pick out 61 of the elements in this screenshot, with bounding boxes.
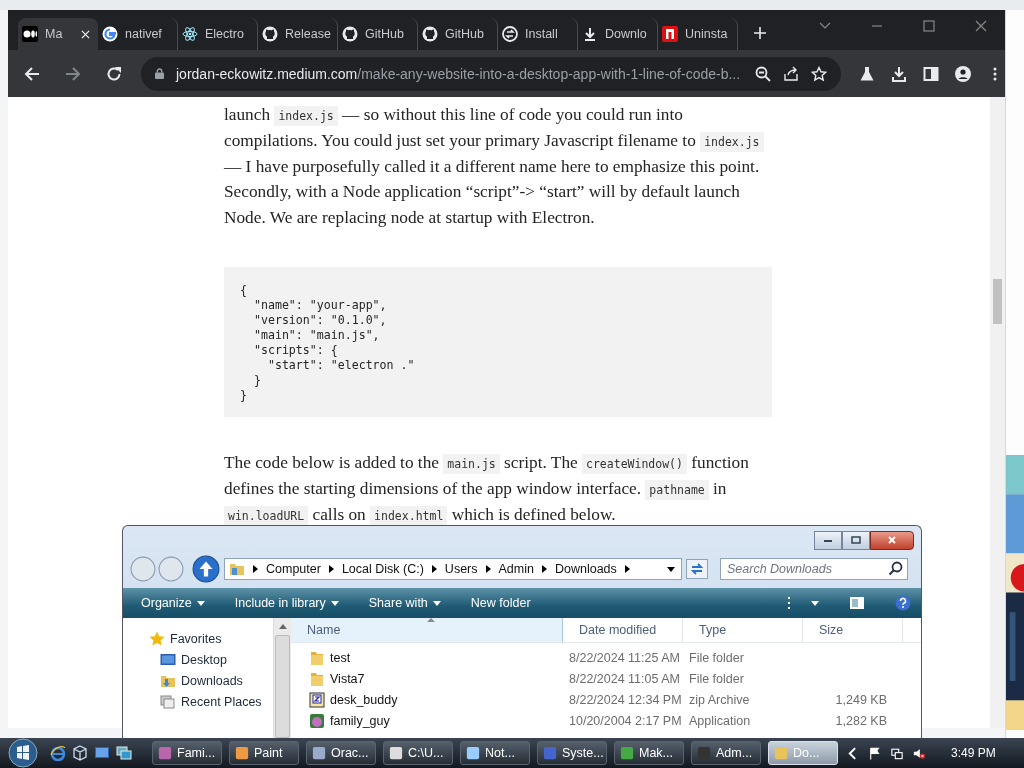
date-cell-text: 8/22/2024 11:25 AM: [568, 650, 681, 665]
size-cell-text: 1,249 KB: [834, 692, 888, 707]
clock[interactable]: 3:49 PM: [951, 746, 996, 760]
nav-label: Downloads: [181, 673, 243, 688]
taskbar-button[interactable]: Fami...: [152, 741, 222, 765]
breadcrumb-item[interactable]: Users: [444, 562, 478, 576]
type-cell-text: Application: [688, 713, 752, 728]
nav-label: Desktop: [181, 652, 227, 667]
taskbar-button[interactable]: Paint: [229, 741, 299, 765]
tab-title: GitHub: [445, 27, 484, 41]
tab-title: Uninsta: [685, 27, 728, 41]
size-cell-text: 1,282 KB: [834, 713, 888, 728]
breadcrumb-item[interactable]: Local Disk (C:): [341, 562, 424, 576]
date-cell-text: 10/20/2004 2:17 PM: [568, 713, 683, 728]
column-header[interactable]: Name: [291, 618, 563, 642]
article-paragraph: launch index.js — so without this line of code you could run into compilations. You could just set your primary Javascript filename to index.js — I have purposefully called it a different name here to emphasize this point. Secondly, with a Node application “script”-> “start” will by default launch Node. We are replacing node at startup with Electron.: [224, 102, 772, 231]
nav-item[interactable]: Favorites: [123, 628, 273, 649]
column-header[interactable]: Size: [803, 618, 903, 642]
breadcrumb-item[interactable]: Downloads: [554, 562, 617, 576]
code-block: { "name": "your-app", "version": "0.1.0", "main": "main.js", "scripts": { "start": "electron ." } }: [224, 267, 772, 417]
command-button[interactable]: Include in library: [234, 596, 339, 610]
tab-title: GitHub: [365, 27, 404, 41]
tab-title: Install: [525, 27, 558, 41]
breadcrumb-bar[interactable]: Computer Local Disk (C:) Users Admin Downloads: [224, 558, 682, 580]
taskbar-button[interactable]: Not...: [460, 741, 530, 765]
tab-title: Electro: [205, 27, 244, 41]
article-paragraph: The code below is added to the main.js script. The createWindow() function defines the starting dimensions of the app window interface. pathname in win.loadURL calls on index.html which is defined below.: [224, 452, 750, 528]
nav-item[interactable]: Desktop: [123, 649, 273, 670]
browser-tab[interactable]: Ma: [18, 18, 98, 50]
date-cell-text: 8/22/2024 12:34 PM: [568, 692, 683, 707]
type-cell-text: zip Archive: [688, 692, 751, 707]
command-button[interactable]: New folder: [470, 596, 531, 610]
address-bar[interactable]: jordan-eckowitz.medium.com/make-any-website-into-a-desktop-app-with-1-line-of-code-b...: [141, 56, 841, 91]
taskbar-button[interactable]: C:\U...: [383, 741, 453, 765]
date-cell-text: 8/22/2024 11:05 AM: [568, 671, 681, 686]
file-name[interactable]: Vista7: [291, 670, 563, 687]
breadcrumb-item[interactable]: Computer: [266, 562, 321, 576]
tab-title: nativef: [125, 27, 162, 41]
tab-title: Ma: [45, 27, 63, 41]
file-name[interactable]: test: [291, 649, 563, 666]
tab-title: Downlo: [605, 27, 647, 41]
taskbar-button[interactable]: Adm...: [691, 741, 761, 765]
column-header[interactable]: Date modified: [563, 618, 683, 642]
taskbar-button[interactable]: Orac...: [306, 741, 376, 765]
nav-item[interactable]: Recent Places: [123, 691, 273, 712]
nav-label: Recent Places: [181, 694, 262, 709]
command-button[interactable]: Share with: [368, 596, 441, 610]
breadcrumb-item[interactable]: Admin: [498, 562, 534, 576]
file-name[interactable]: family_guy: [291, 712, 563, 729]
type-cell-text: File folder: [688, 671, 745, 686]
url-text: jordan-eckowitz.medium.com/make-any-website-into-a-desktop-app-with-1-line-of-code-b...: [176, 65, 741, 82]
command-button[interactable]: Organize: [141, 596, 205, 610]
type-cell-text: File folder: [688, 650, 745, 665]
nav-label: Favorites: [170, 631, 222, 646]
tab-title: Release: [285, 27, 331, 41]
search-field[interactable]: Search Downloads: [720, 558, 908, 580]
file-name[interactable]: desk_buddy: [291, 691, 563, 708]
nav-item[interactable]: Downloads: [123, 670, 273, 691]
taskbar-button[interactable]: Syste...: [537, 741, 607, 765]
taskbar-button[interactable]: Mak...: [614, 741, 684, 765]
column-header[interactable]: Type: [683, 618, 803, 642]
